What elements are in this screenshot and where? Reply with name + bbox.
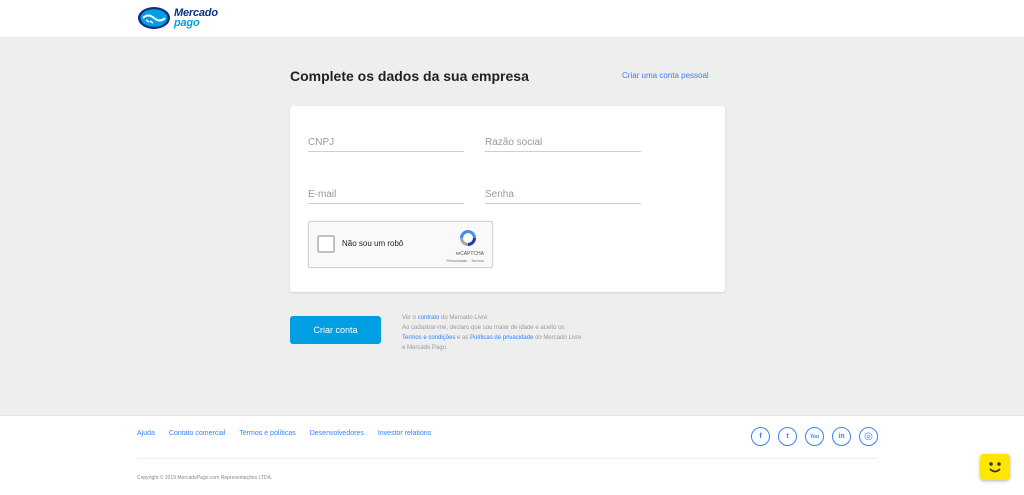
legal-text-2: do Mercado Livre [439,315,488,321]
recaptcha-terms[interactable]: Privacidade - Termos [447,258,485,263]
create-personal-account-link[interactable]: Criar uma conta pessoal [622,71,709,80]
cnpj-field [308,132,464,152]
mercado-pago-logo[interactable]: Mercado pago [137,6,218,30]
recaptcha-icon [460,230,476,246]
email-input[interactable] [308,185,464,204]
senha-input[interactable] [485,185,641,204]
email-field [308,184,464,204]
copyright-text: Copyright © 2019 MercadoPago.com Represe… [137,475,273,481]
facebook-icon[interactable]: f [751,427,770,446]
footer: Ajuda Contato comercial Termos e polític… [0,415,1024,495]
footer-link-desenvolvedores[interactable]: Desenvolvedores [310,430,364,437]
linkedin-icon[interactable]: in [832,427,851,446]
twitter-icon[interactable]: t [778,427,797,446]
legal-notice: Ver o contrato do Mercado Livre Ao cadas… [402,313,627,353]
razao-social-field [485,132,641,152]
razao-social-input[interactable] [485,133,641,152]
social-links: f t You in ◎ [751,427,878,446]
footer-link-ajuda[interactable]: Ajuda [137,430,155,437]
footer-divider [137,458,877,459]
create-account-button[interactable]: Criar conta [290,316,381,344]
legal-text-6: e Mercado Pago. [402,345,448,351]
privacy-link[interactable]: Políticas de privacidade [470,335,533,341]
smiley-face-icon [989,462,1001,473]
footer-link-contato-comercial[interactable]: Contato comercial [169,430,225,437]
page-title: Complete os dados da sua empresa [290,68,529,84]
company-form-card: Não sou um robô reCAPTCHA Privacidade - … [290,106,725,292]
legal-text-1: Ver o [402,315,418,321]
logo-text: Mercado pago [174,8,218,29]
footer-link-investor-relations[interactable]: Investor relations [378,430,431,437]
instagram-icon[interactable]: ◎ [859,427,878,446]
help-chat-widget[interactable] [980,454,1010,480]
terms-link[interactable]: Termos e condições [402,335,455,341]
youtube-icon[interactable]: You [805,427,824,446]
top-bar: Mercado pago [0,0,1024,38]
legal-text-3: Ao cadastrar-me, declaro que sou maior d… [402,325,565,331]
contract-link[interactable]: contrato [418,315,440,321]
cnpj-input[interactable] [308,133,464,152]
logo-word-2: pago [174,17,200,29]
legal-text-4: e as [455,335,471,341]
footer-links: Ajuda Contato comercial Termos e polític… [137,430,431,437]
recaptcha-brand: reCAPTCHA [455,251,484,257]
recaptcha-label: Não sou um robô [342,239,404,248]
senha-field [485,184,641,204]
recaptcha-checkbox[interactable] [317,235,335,253]
handshake-logo-icon [138,7,170,29]
legal-text-5: do Mercado Livre [533,335,582,341]
recaptcha-widget: Não sou um robô reCAPTCHA Privacidade - … [308,221,493,268]
footer-link-termos[interactable]: Termos e políticas [239,430,295,437]
